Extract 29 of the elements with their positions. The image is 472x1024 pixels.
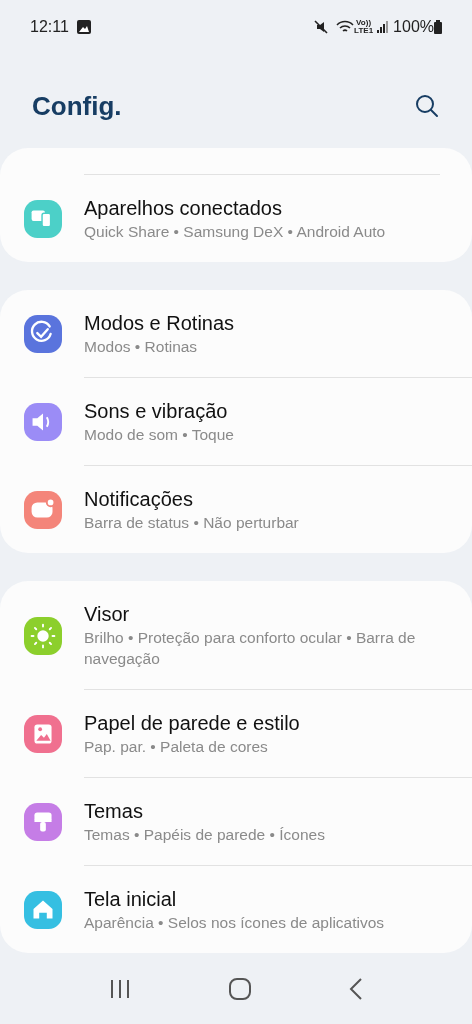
signal-icon — [377, 21, 390, 33]
mute-icon — [314, 20, 329, 34]
battery-level: 100% — [393, 17, 434, 37]
home-icon[interactable] — [229, 977, 251, 1000]
network-label: Vo)) LTE1 — [354, 19, 374, 35]
setting-subtitle: Aparência • Selos nos ícones de aplicativos — [84, 913, 386, 933]
setting-subtitle: Temas • Papéis de parede • Ícones — [84, 825, 326, 845]
setting-title[interactable]: Aparelhos conectados — [84, 195, 440, 221]
setting-title[interactable]: Visor — [84, 601, 440, 627]
wifi-icon — [336, 20, 355, 34]
recent-apps-icon[interactable] — [109, 978, 131, 999]
setting-subtitle: Brilho • Proteção para conforto ocular • Barra de navegação — [84, 628, 417, 669]
back-icon[interactable] — [349, 977, 363, 1000]
setting-title[interactable]: Notificações — [84, 486, 440, 512]
gallery-icon — [76, 20, 91, 34]
setting-subtitle: Modos • Rotinas — [84, 337, 199, 357]
battery-icon — [434, 20, 442, 34]
setting-title[interactable]: Papel de parede e estilo — [84, 710, 440, 736]
setting-subtitle: Pap. par. • Paleta de cores — [84, 737, 269, 757]
setting-title[interactable]: Modos e Rotinas — [84, 310, 440, 336]
setting-subtitle: Quick Share • Samsung DeX • Android Auto — [84, 222, 387, 242]
setting-title[interactable]: Temas — [84, 798, 440, 824]
page-title: Config. — [32, 89, 122, 123]
setting-title[interactable]: Tela inicial — [84, 886, 440, 912]
search-button[interactable] — [414, 93, 440, 119]
setting-title[interactable]: Sons e vibração — [84, 398, 440, 424]
setting-subtitle: Barra de status • Não perturbar — [84, 513, 300, 533]
status-time: 12:11 — [30, 17, 69, 37]
setting-subtitle: Modo de som • Toque — [84, 425, 235, 445]
